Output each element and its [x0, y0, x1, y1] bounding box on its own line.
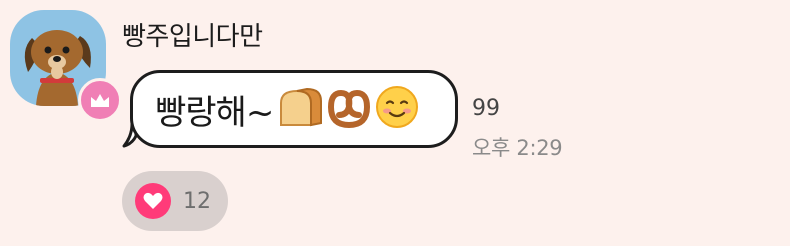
message-bubble[interactable]: 빵랑해~: [130, 70, 458, 148]
message-text: 빵랑해~: [155, 92, 274, 133]
reaction-count: 12: [183, 188, 211, 214]
bread-icon: [275, 85, 323, 133]
heart-icon: [135, 183, 171, 219]
sender-name: 빵주입니다만: [122, 22, 263, 52]
message-timestamp: 오후 2:29: [472, 136, 563, 160]
crown-icon: [91, 94, 109, 107]
reaction-chip[interactable]: 12: [122, 171, 228, 231]
sender-avatar-wrapper[interactable]: [10, 10, 122, 122]
crown-badge: [78, 78, 122, 122]
unread-count: 99: [472, 96, 500, 121]
smiling-face-icon: [375, 85, 419, 133]
pretzel-icon: [325, 85, 373, 133]
